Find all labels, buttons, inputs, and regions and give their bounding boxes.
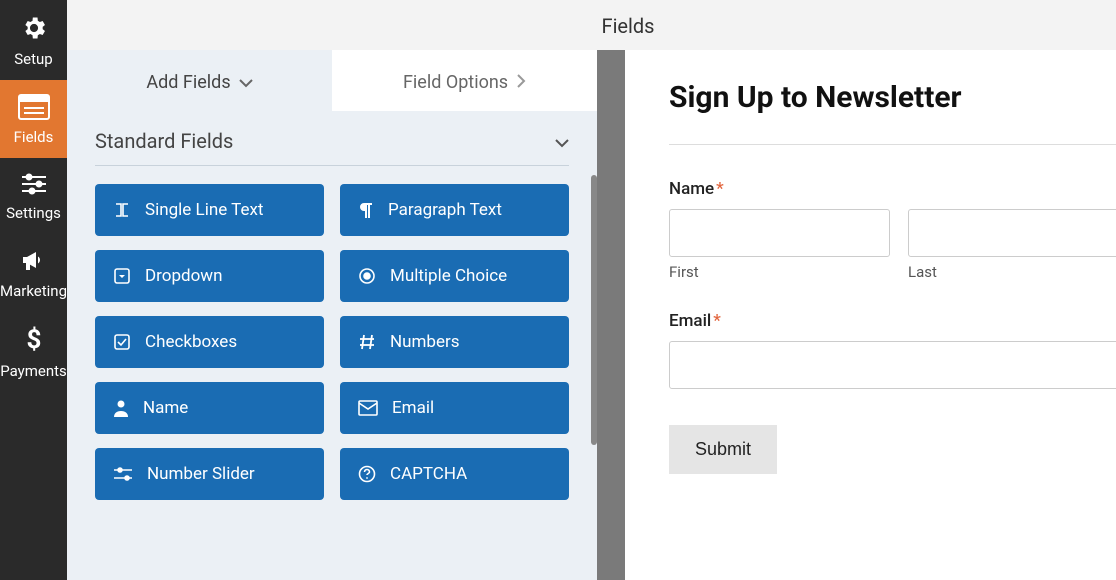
person-icon xyxy=(113,399,129,417)
megaphone-icon xyxy=(20,248,48,278)
tab-field-options[interactable]: Field Options xyxy=(332,50,597,111)
sidebar-item-label: Payments xyxy=(0,362,67,380)
submit-button[interactable]: Submit xyxy=(669,425,777,474)
form-preview: Sign Up to Newsletter Name* First Last E… xyxy=(625,50,1116,580)
checkbox-icon xyxy=(113,333,131,351)
sidebar-item-marketing[interactable]: Marketing xyxy=(0,234,67,312)
tab-add-fields[interactable]: Add Fields xyxy=(67,50,332,111)
section-standard-fields[interactable]: Standard Fields xyxy=(67,111,597,165)
first-sublabel: First xyxy=(669,263,890,281)
scrollbar[interactable] xyxy=(591,175,597,445)
dollar-icon: $ xyxy=(25,326,43,358)
hash-icon xyxy=(358,333,376,351)
sidebar-item-settings[interactable]: Settings xyxy=(0,158,67,234)
first-name-input[interactable] xyxy=(669,209,890,257)
divider xyxy=(95,165,569,166)
chevron-down-icon xyxy=(555,129,569,153)
field-label: Paragraph Text xyxy=(388,200,502,220)
sliders-small-icon xyxy=(113,466,133,482)
section-title: Standard Fields xyxy=(95,129,233,153)
envelope-icon xyxy=(358,400,378,416)
field-label: Email xyxy=(392,398,434,418)
tab-label: Field Options xyxy=(403,72,508,93)
paragraph-icon xyxy=(358,201,374,219)
email-input[interactable] xyxy=(669,341,1116,389)
sidebar-item-payments[interactable]: $ Payments xyxy=(0,312,67,392)
field-dropdown[interactable]: Dropdown xyxy=(95,250,324,302)
field-label: Checkboxes xyxy=(145,332,237,352)
fields-panel: Add Fields Field Options Standard Fields xyxy=(67,50,597,580)
field-multiple-choice[interactable]: Multiple Choice xyxy=(340,250,569,302)
required-mark: * xyxy=(713,311,721,331)
field-label: Multiple Choice xyxy=(390,266,507,286)
last-name-input[interactable] xyxy=(908,209,1116,257)
chevron-right-icon xyxy=(516,72,526,93)
field-email[interactable]: Email xyxy=(340,382,569,434)
field-captcha[interactable]: CAPTCHA xyxy=(340,448,569,500)
text-cursor-icon xyxy=(113,201,131,219)
required-mark: * xyxy=(716,179,724,199)
sidebar-item-setup[interactable]: Setup xyxy=(0,0,67,80)
caret-down-square-icon xyxy=(113,267,131,285)
field-numbers[interactable]: Numbers xyxy=(340,316,569,368)
chevron-down-icon xyxy=(239,72,253,93)
field-label: Single Line Text xyxy=(145,200,263,220)
field-paragraph-text[interactable]: Paragraph Text xyxy=(340,184,569,236)
question-circle-icon xyxy=(358,465,376,483)
radio-icon xyxy=(358,267,376,285)
field-label: Number Slider xyxy=(147,464,255,484)
field-label: Dropdown xyxy=(145,266,222,286)
label-text: Name xyxy=(669,179,714,199)
field-label: CAPTCHA xyxy=(390,464,467,484)
field-label: Numbers xyxy=(390,332,460,352)
email-label: Email* xyxy=(669,311,1116,331)
field-name[interactable]: Name xyxy=(95,382,324,434)
field-checkboxes[interactable]: Checkboxes xyxy=(95,316,324,368)
field-single-line-text[interactable]: Single Line Text xyxy=(95,184,324,236)
tab-label: Add Fields xyxy=(146,72,230,93)
main-area: Fields Add Fields Field Options xyxy=(67,0,1116,580)
form-title: Sign Up to Newsletter xyxy=(669,80,1116,116)
sidebar-item-label: Fields xyxy=(14,128,54,146)
form-icon xyxy=(18,94,50,124)
divider xyxy=(669,144,1116,145)
sliders-icon xyxy=(20,172,48,200)
sidebar: Setup Fields Settings Marketing $ Paymen… xyxy=(0,0,67,580)
field-number-slider[interactable]: Number Slider xyxy=(95,448,324,500)
sidebar-item-fields[interactable]: Fields xyxy=(0,80,67,158)
sidebar-item-label: Settings xyxy=(6,204,61,222)
last-sublabel: Last xyxy=(908,263,1116,281)
field-label: Name xyxy=(143,398,188,418)
panel-divider xyxy=(597,50,625,580)
label-text: Email xyxy=(669,311,711,331)
gear-icon xyxy=(20,14,48,46)
page-title: Fields xyxy=(67,0,1116,50)
name-label: Name* xyxy=(669,179,1116,199)
sidebar-item-label: Setup xyxy=(14,50,52,68)
svg-text:$: $ xyxy=(26,326,41,354)
sidebar-item-label: Marketing xyxy=(0,282,67,300)
